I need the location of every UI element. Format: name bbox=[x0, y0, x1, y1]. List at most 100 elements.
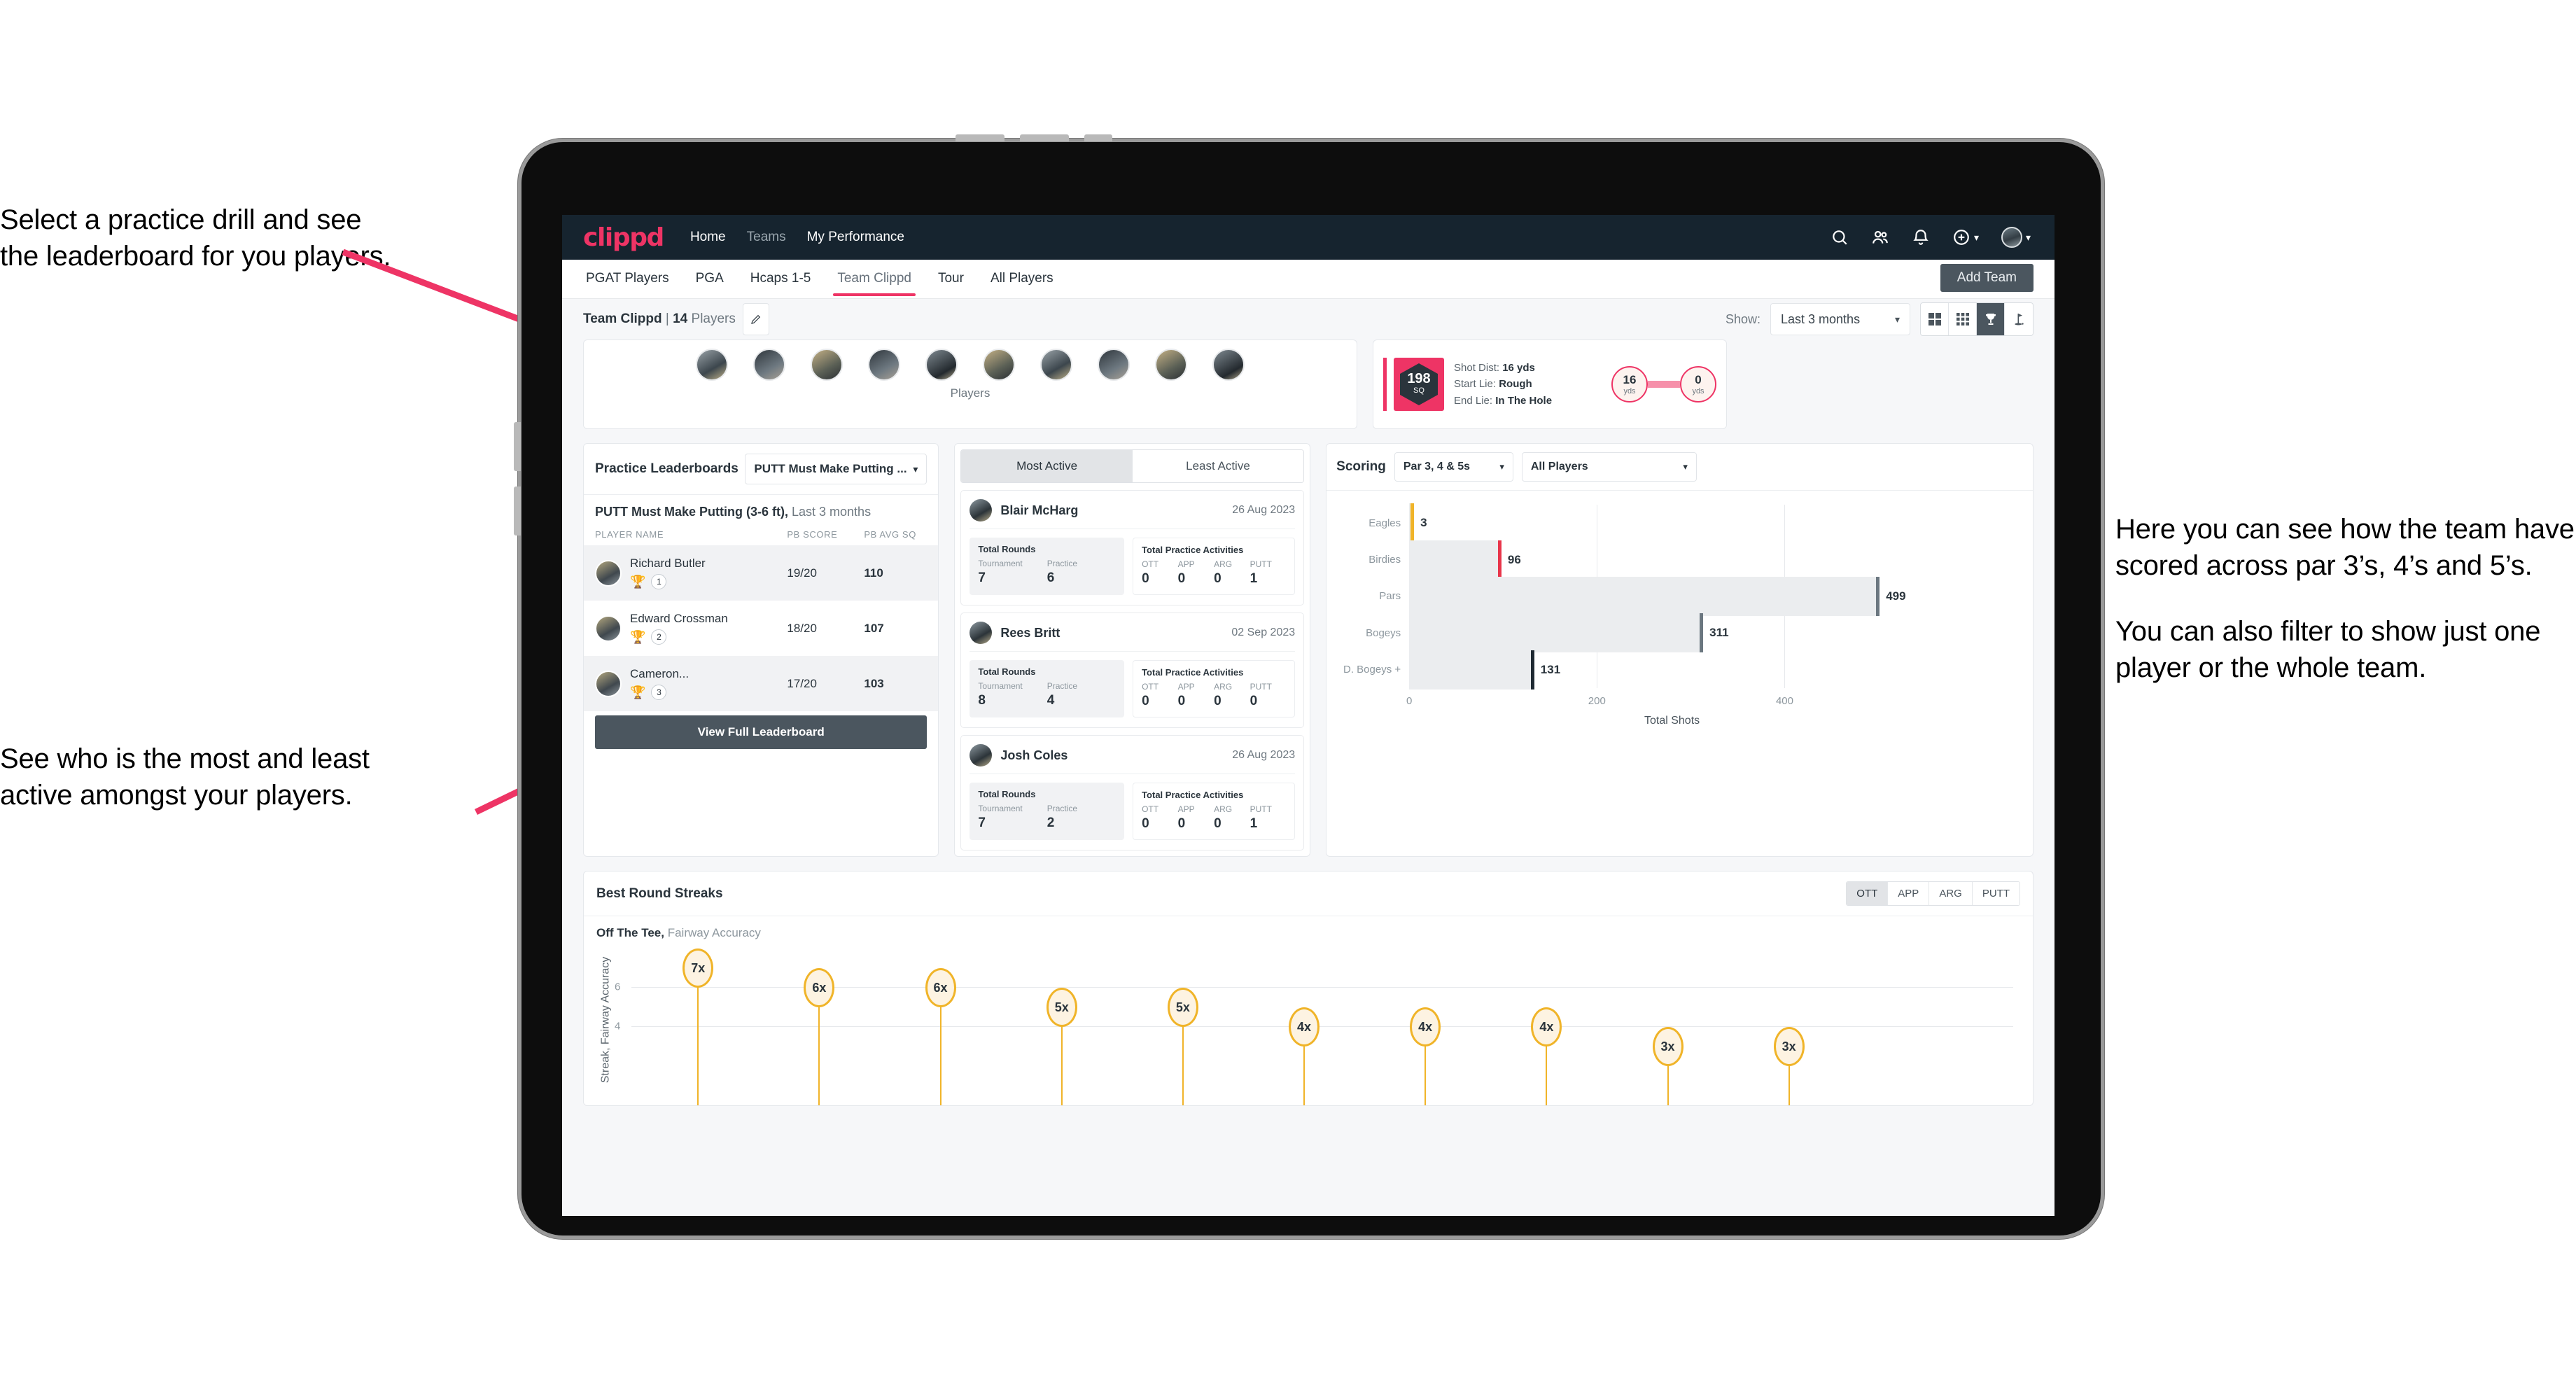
rounds-practice: Practice 4 bbox=[1047, 681, 1116, 708]
streaks-metric: Fairway Accuracy bbox=[664, 926, 761, 939]
total-activities-title: Total Practice Activities bbox=[1142, 667, 1244, 678]
par-filter-select[interactable]: Par 3, 4 & 5s ▾ bbox=[1394, 452, 1513, 482]
streak-bubble[interactable]: 3x bbox=[1773, 1027, 1805, 1066]
tab-team-clippd[interactable]: Team Clippd bbox=[833, 261, 916, 298]
table-row[interactable]: Cameron... 🏆 3 17/20 103 bbox=[584, 656, 939, 711]
rank-badge: 1 bbox=[651, 574, 667, 589]
streak-bubble[interactable]: 4x bbox=[1531, 1007, 1562, 1046]
profile-menu[interactable]: ▾ bbox=[2001, 227, 2031, 248]
date-range-select[interactable]: Last 3 months ▾ bbox=[1770, 303, 1910, 335]
avatar[interactable] bbox=[1098, 349, 1130, 381]
activity-card[interactable]: Josh Coles 26 Aug 2023 Total Rounds Tour… bbox=[960, 735, 1305, 850]
total-activities-title: Total Practice Activities bbox=[1142, 790, 1244, 800]
plus-circle-icon[interactable] bbox=[1952, 228, 1970, 246]
best-round-streaks-panel: Best Round Streaks OTT APP ARG PUTT Off … bbox=[583, 871, 2033, 1106]
streak-bubble[interactable]: 4x bbox=[1410, 1007, 1441, 1046]
shot-detail-inner: 198 SQ Shot Dist: 16 yds Start Lie: Roug… bbox=[1383, 358, 1716, 411]
tab-most-active[interactable]: Most Active bbox=[961, 450, 1133, 482]
segment-putt[interactable]: PUTT bbox=[1972, 882, 2019, 905]
bar-row: Birdies 96 bbox=[1368, 540, 1935, 580]
tab-all-players[interactable]: All Players bbox=[988, 261, 1056, 298]
avatar[interactable] bbox=[811, 349, 843, 381]
activity-card[interactable]: Rees Britt 02 Sep 2023 Total Rounds Tour… bbox=[960, 612, 1305, 728]
avatar[interactable] bbox=[1040, 349, 1072, 381]
view-toggle-group bbox=[1920, 302, 2033, 336]
device-volume-button bbox=[514, 422, 521, 471]
app-navbar: clippd Home Teams My Performance ▾ ▾ bbox=[562, 215, 2054, 260]
act-ott-label: OTT bbox=[1142, 559, 1159, 569]
act-app: APP 0 bbox=[1178, 559, 1214, 587]
leaderboard-drill-name: PUTT Must Make Putting (3-6 ft), bbox=[595, 505, 788, 519]
total-rounds-box: Total Rounds Tournament 7 Practice bbox=[969, 538, 1125, 595]
trophy-icon[interactable] bbox=[1977, 303, 2005, 335]
drill-select[interactable]: PUTT Must Make Putting ... ▾ bbox=[745, 454, 927, 484]
segment-app[interactable]: APP bbox=[1888, 882, 1930, 905]
avatar[interactable] bbox=[868, 349, 900, 381]
avatar[interactable] bbox=[1212, 349, 1245, 381]
activity-card-header: Blair McHarg 26 Aug 2023 bbox=[969, 499, 1296, 529]
shot-distance-label: Shot Dist: bbox=[1454, 362, 1503, 374]
avatar[interactable] bbox=[696, 349, 728, 381]
leaderboard-header: Practice Leaderboards PUTT Must Make Put… bbox=[584, 444, 939, 495]
chevron-down-icon: ▾ bbox=[1683, 461, 1688, 472]
grid-3x3-icon[interactable] bbox=[1949, 303, 1977, 335]
act-arg-label: ARG bbox=[1214, 559, 1233, 569]
streak-bubble[interactable]: 3x bbox=[1652, 1027, 1684, 1066]
streak-bubble[interactable]: 6x bbox=[925, 968, 956, 1007]
segment-ott[interactable]: OTT bbox=[1847, 882, 1889, 905]
device-button bbox=[955, 134, 1004, 141]
nav-link-my-performance[interactable]: My Performance bbox=[807, 230, 904, 245]
avatar[interactable] bbox=[753, 349, 785, 381]
total-rounds-title: Total Rounds bbox=[978, 544, 1036, 554]
clippd-logo[interactable]: clippd bbox=[583, 223, 664, 252]
flag-icon[interactable] bbox=[2005, 303, 2033, 335]
search-icon[interactable] bbox=[1830, 228, 1849, 246]
streak-bubble[interactable]: 6x bbox=[804, 968, 835, 1007]
bar-category-label: Pars bbox=[1379, 590, 1401, 603]
bar-value-label: 311 bbox=[1709, 626, 1729, 640]
avatar[interactable] bbox=[2001, 227, 2022, 248]
tab-hcaps-1-5[interactable]: Hcaps 1-5 bbox=[748, 261, 814, 298]
bell-icon[interactable] bbox=[1912, 228, 1930, 246]
streak-bubble[interactable]: 7x bbox=[682, 948, 714, 988]
streak-bubble[interactable]: 5x bbox=[1167, 988, 1198, 1027]
nav-link-home[interactable]: Home bbox=[690, 230, 726, 245]
tab-pgat-players[interactable]: PGAT Players bbox=[583, 261, 672, 298]
streak-bubble[interactable]: 4x bbox=[1289, 1007, 1320, 1046]
bar bbox=[1409, 577, 1880, 616]
tab-tour[interactable]: Tour bbox=[935, 261, 967, 298]
total-rounds-title: Total Rounds bbox=[978, 666, 1036, 677]
chevron-down-icon: ▾ bbox=[1894, 313, 1900, 325]
tab-least-active[interactable]: Least Active bbox=[1132, 450, 1304, 482]
act-arg-label: ARG bbox=[1214, 804, 1233, 814]
activity-card[interactable]: Blair McHarg 26 Aug 2023 Total Rounds To… bbox=[960, 490, 1305, 606]
annotation-right: Here you can see how the team have score… bbox=[2115, 511, 2576, 686]
grid-2x2-icon[interactable] bbox=[1921, 303, 1949, 335]
tab-pga[interactable]: PGA bbox=[693, 261, 727, 298]
bar-category-label: Eagles bbox=[1368, 517, 1401, 529]
add-menu[interactable]: ▾ bbox=[1952, 228, 1979, 246]
shot-start-unit: yds bbox=[1623, 386, 1636, 396]
leaderboard-subtitle: PUTT Must Make Putting (3-6 ft), Last 3 … bbox=[584, 495, 938, 526]
avatar bbox=[969, 499, 993, 522]
player-filter-select[interactable]: All Players ▾ bbox=[1521, 452, 1697, 482]
view-full-leaderboard-button[interactable]: View Full Leaderboard bbox=[595, 715, 927, 749]
nav-link-teams[interactable]: Teams bbox=[747, 230, 786, 245]
pencil-icon[interactable] bbox=[742, 303, 769, 335]
page-content: Team Clippd | 14 Players Show: Last 3 mo… bbox=[562, 299, 2054, 1216]
avatar[interactable] bbox=[983, 349, 1015, 381]
table-row[interactable]: Edward Crossman 🏆 2 18/20 107 bbox=[584, 601, 938, 656]
gridline: 4 bbox=[615, 1021, 2013, 1032]
segment-arg[interactable]: ARG bbox=[1929, 882, 1973, 905]
scoring-plot-area: Eagles 3 Birdies 96 Pars 499 Bogeys 311 D. Bogey… bbox=[1343, 503, 1935, 690]
streak-bubble[interactable]: 5x bbox=[1046, 988, 1077, 1027]
bar bbox=[1409, 650, 1534, 690]
avatar[interactable] bbox=[925, 349, 958, 381]
avatar[interactable] bbox=[1155, 349, 1187, 381]
bar-cap bbox=[1700, 613, 1704, 653]
rounds-tournament-value: 7 bbox=[978, 816, 986, 830]
add-team-button[interactable]: Add Team bbox=[1940, 264, 2033, 292]
people-icon[interactable] bbox=[1871, 228, 1889, 246]
table-row[interactable]: Richard Butler 🏆 1 19/20 110 bbox=[584, 545, 939, 601]
leaderboard-player: Edward Crossman 🏆 2 bbox=[595, 612, 787, 645]
